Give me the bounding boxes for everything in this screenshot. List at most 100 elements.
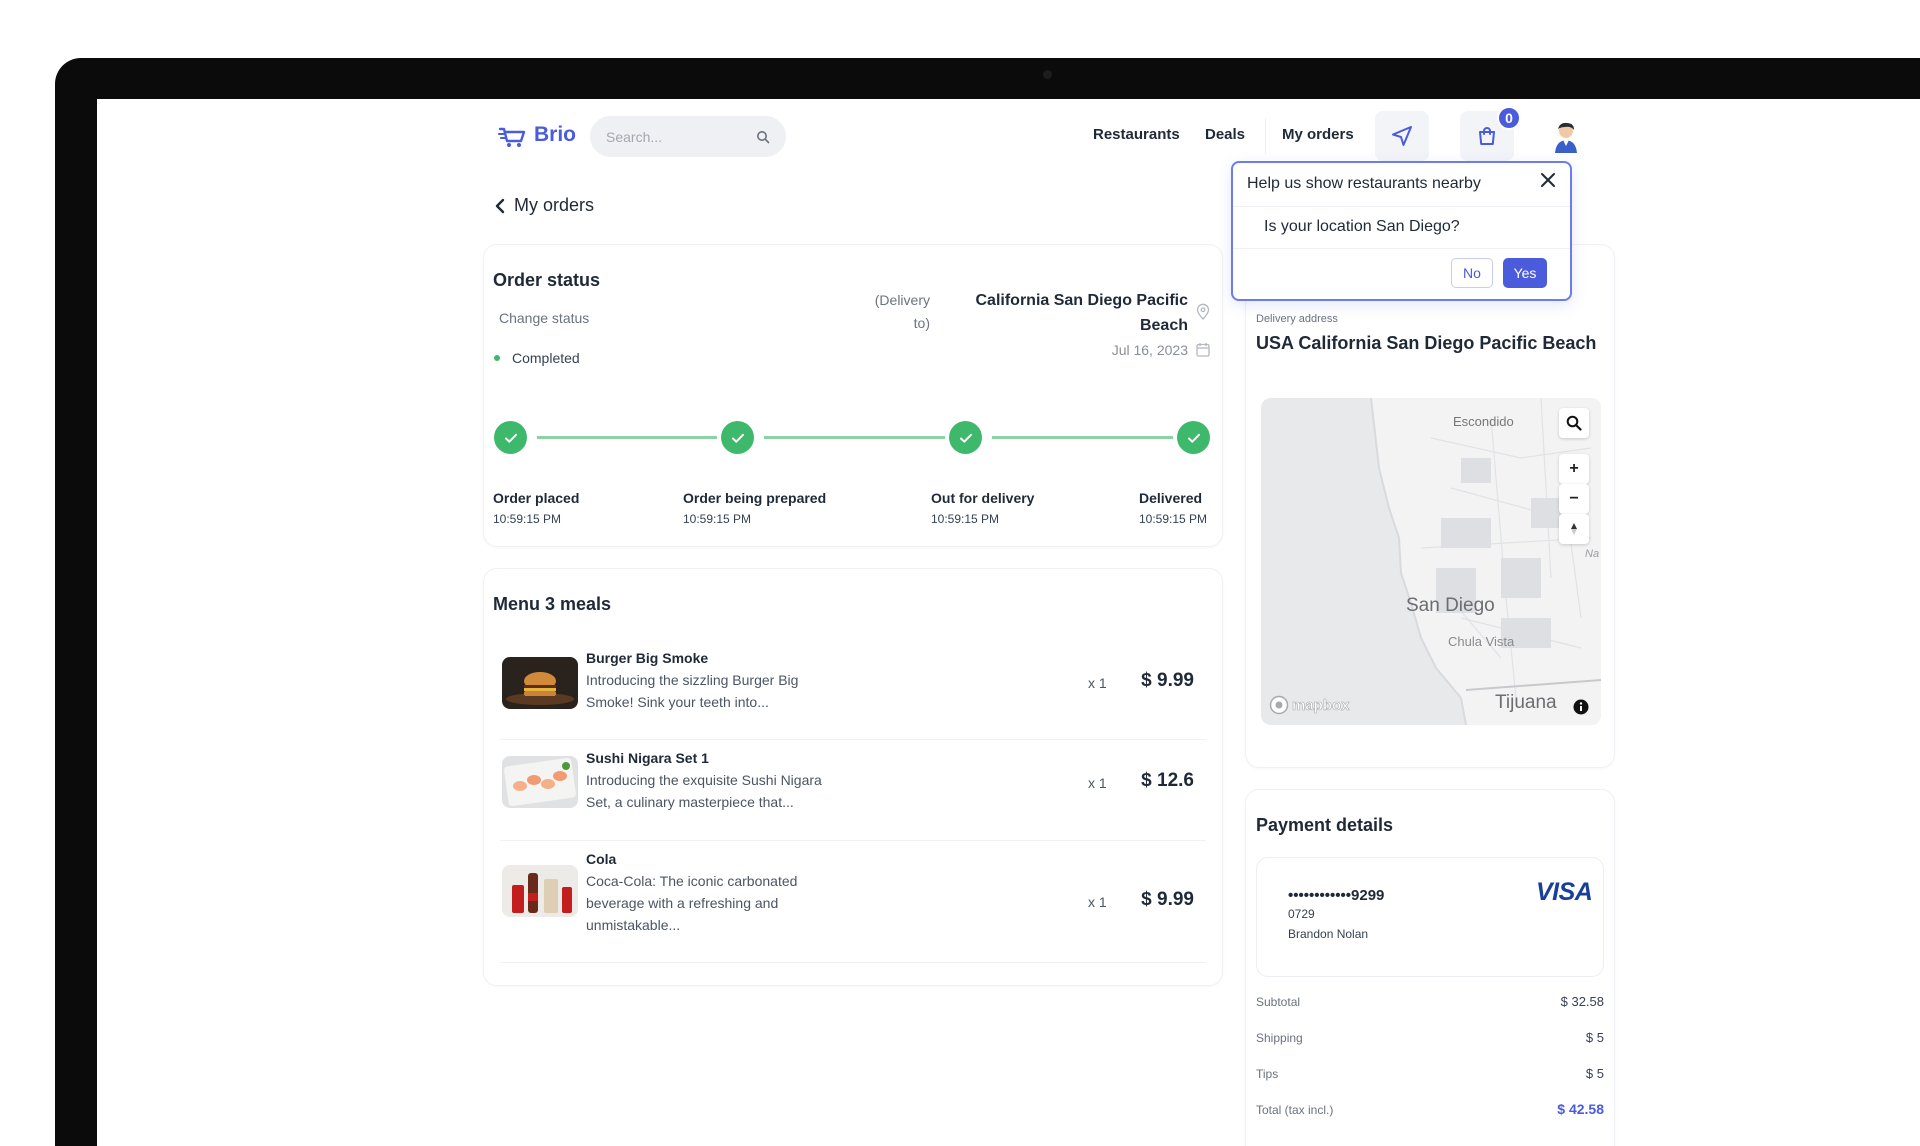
- visa-logo: VISA: [1536, 878, 1593, 906]
- total-value: $ 42.58: [1557, 1101, 1604, 1117]
- shipping-label: Shipping: [1256, 1031, 1303, 1045]
- meal-price: $ 9.99: [1141, 889, 1194, 910]
- search-bar[interactable]: [590, 116, 786, 157]
- shipping-value: $ 5: [1585, 1030, 1604, 1045]
- delivery-address-label: Delivery address: [1256, 313, 1338, 325]
- subtotal-label: Subtotal: [1256, 995, 1301, 1009]
- order-date: Jul 16, 2023: [1111, 342, 1188, 358]
- map-tiles: [1261, 398, 1601, 725]
- close-icon[interactable]: [1538, 170, 1558, 190]
- destination: California San Diego Pacific Beach: [975, 292, 1189, 334]
- tips-label: Tips: [1256, 1067, 1279, 1081]
- location-button[interactable]: [1375, 111, 1429, 161]
- step-connector: [764, 436, 945, 439]
- navigation-arrow-icon: [1392, 126, 1412, 146]
- step-check-3: [949, 421, 982, 454]
- map[interactable]: Escondido San Diego Chula Vista Tijuana …: [1261, 398, 1601, 725]
- cola-image: [502, 865, 578, 917]
- list-item[interactable]: Sushi Nigara Set 1 Introducing the exqui…: [500, 740, 1206, 841]
- brand-logo[interactable]: Brio: [498, 121, 576, 149]
- calendar-icon: [1196, 343, 1210, 357]
- nav-deals[interactable]: Deals: [1205, 126, 1245, 143]
- popup-question: Is your location San Diego?: [1264, 218, 1460, 235]
- status-dot: [494, 355, 500, 361]
- status-text: Completed: [512, 350, 580, 366]
- list-item[interactable]: Burger Big Smoke Introducing the sizzlin…: [500, 640, 1206, 740]
- step-label: Delivered: [1139, 490, 1203, 506]
- meal-quantity: x 1: [1088, 775, 1107, 791]
- search-icon[interactable]: [756, 130, 770, 144]
- map-label-na: Na: [1585, 548, 1600, 560]
- step-time: 10:59:15 PM: [931, 512, 1000, 526]
- step-time: 10:59:15 PM: [683, 512, 752, 526]
- meal-price: $ 9.99: [1141, 670, 1194, 691]
- popup-divider: [1233, 206, 1570, 207]
- step-check-1: [494, 421, 527, 454]
- step-check-2: [721, 421, 754, 454]
- meal-quantity: x 1: [1088, 675, 1107, 691]
- burger-image: [502, 657, 578, 709]
- map-label-chula-vista: Chula Vista: [1448, 634, 1515, 649]
- step-label: Order being prepared: [683, 490, 827, 506]
- back-label: My orders: [514, 195, 595, 215]
- meal-name: Sushi Nigara Set 1: [586, 750, 709, 766]
- delivery-address: USA California San Diego Pacific Beach: [1256, 333, 1597, 353]
- camera: [1043, 70, 1052, 79]
- nav-divider: [1265, 118, 1266, 154]
- map-label-escondido: Escondido: [1453, 414, 1514, 429]
- nav-restaurants[interactable]: Restaurants: [1093, 126, 1180, 143]
- nav-my-orders[interactable]: My orders: [1282, 126, 1354, 143]
- mapbox-attribution[interactable]: mapbox: [1269, 695, 1350, 715]
- no-button[interactable]: No: [1451, 258, 1493, 288]
- step-time: 10:59:15 PM: [1139, 512, 1208, 526]
- yes-button[interactable]: Yes: [1503, 258, 1547, 288]
- meal-price: $ 12.6: [1141, 770, 1194, 791]
- avatar[interactable]: [1551, 120, 1581, 154]
- location-pin-icon: [1196, 303, 1210, 320]
- popup-title: Help us show restaurants nearby: [1247, 175, 1481, 192]
- total-label: Total (tax incl.): [1256, 1103, 1334, 1117]
- map-label-tijuana: Tijuana: [1495, 692, 1557, 713]
- mapbox-label: mapbox: [1292, 696, 1350, 714]
- compass-button[interactable]: [1559, 514, 1589, 544]
- brand-name: Brio: [534, 123, 576, 146]
- check-icon: [959, 433, 972, 443]
- map-label-san-diego: San Diego: [1406, 595, 1495, 616]
- subtotal-value: $ 32.58: [1560, 994, 1604, 1009]
- shopping-bag-icon: [1479, 127, 1495, 145]
- step-connector: [992, 436, 1173, 439]
- step-time: 10:59:15 PM: [493, 512, 562, 526]
- zoom-out-button[interactable]: −: [1559, 484, 1589, 514]
- step-label: Out for delivery: [931, 490, 1035, 506]
- change-status-link[interactable]: Change status: [499, 310, 589, 326]
- sushi-image: [502, 756, 578, 808]
- step-connector: [537, 436, 717, 439]
- step-label: Order placed: [493, 490, 580, 506]
- list-item[interactable]: Cola Coca-Cola: The iconic carbonated be…: [500, 841, 1206, 963]
- check-icon: [504, 433, 517, 443]
- info-icon[interactable]: [1573, 699, 1589, 715]
- meal-description: Introducing the sizzling Burger Big Smok…: [586, 672, 799, 710]
- order-status-title: Order status: [493, 270, 601, 290]
- zoom-in-button[interactable]: +: [1559, 454, 1589, 484]
- meal-name: Burger Big Smoke: [586, 650, 709, 666]
- cart-count-badge: 0: [1497, 106, 1521, 130]
- card-expiry: 0729: [1288, 907, 1315, 921]
- check-icon: [1187, 433, 1200, 443]
- chevron-left-icon: [495, 198, 505, 213]
- meal-name: Cola: [586, 851, 617, 867]
- menu-title: Menu 3 meals: [493, 594, 612, 614]
- delivery-to-label: (Delivery to): [874, 292, 930, 331]
- compass-icon: [1571, 523, 1577, 535]
- search-input[interactable]: [606, 128, 746, 145]
- meal-description: Coca-Cola: The iconic carbonated beverag…: [586, 873, 798, 933]
- card-holder: Brandon Nolan: [1288, 927, 1369, 941]
- popup-divider: [1233, 248, 1570, 249]
- payment-title: Payment details: [1256, 815, 1394, 835]
- map-search-button[interactable]: [1559, 408, 1589, 438]
- cart-logo-icon: [498, 127, 526, 147]
- screen: Brio Restaurants Deals My orders 0 My: [97, 99, 1920, 1146]
- back-to-orders[interactable]: My orders: [494, 195, 594, 216]
- card-number: ••••••••••••9299: [1288, 887, 1385, 904]
- tips-value: $ 5: [1585, 1066, 1604, 1081]
